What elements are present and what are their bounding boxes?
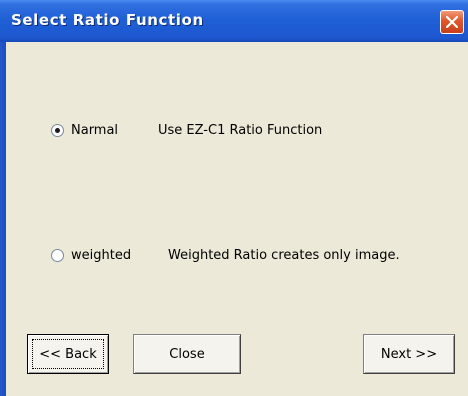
window-close-button[interactable]: [440, 10, 464, 34]
option-weighted-label[interactable]: weighted: [71, 248, 131, 263]
dialog-window: Select Ratio Function Narmal Use EZ-C1 R…: [0, 0, 468, 396]
back-button[interactable]: << Back: [27, 334, 109, 374]
option-weighted-description: Weighted Ratio creates only image.: [168, 248, 400, 263]
option-narmal-description: Use EZ-C1 Ratio Function: [158, 123, 323, 138]
option-weighted[interactable]: weighted: [51, 248, 131, 263]
close-icon: [446, 16, 458, 28]
window-title: Select Ratio Function: [11, 11, 204, 29]
next-button[interactable]: Next >>: [363, 334, 455, 374]
option-narmal[interactable]: Narmal: [51, 123, 118, 138]
next-button-label: Next >>: [380, 346, 438, 362]
window-left-border: [0, 42, 6, 396]
radio-narmal[interactable]: [51, 124, 64, 137]
title-bar[interactable]: Select Ratio Function: [0, 0, 468, 42]
close-button-label: Close: [169, 346, 205, 362]
radio-weighted[interactable]: [51, 249, 64, 262]
focus-rectangle: [32, 339, 104, 369]
option-narmal-label[interactable]: Narmal: [71, 123, 118, 138]
close-button[interactable]: Close: [133, 334, 241, 374]
